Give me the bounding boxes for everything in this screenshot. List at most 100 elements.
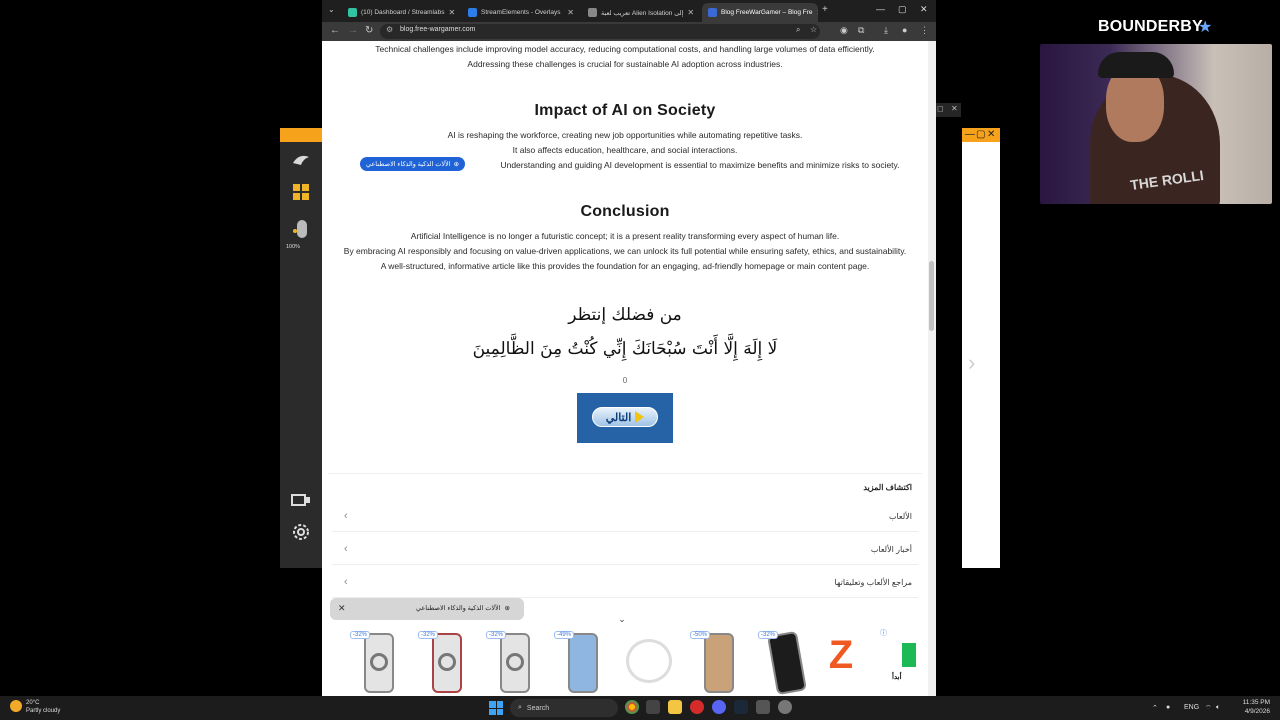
tab-label: (10) Dashboard / Streamlabs	[361, 9, 445, 16]
taskbar-search[interactable]: ⌕ Search	[510, 699, 618, 717]
explore-item[interactable]: الألعاب ‹	[332, 502, 918, 532]
headphones	[1098, 52, 1174, 78]
tab-close-icon[interactable]: ✕	[687, 8, 694, 17]
new-tab-plus-icon[interactable]: +	[822, 4, 828, 15]
bg-maximize-icon[interactable]: ▢	[976, 129, 985, 140]
ad-product[interactable]: -50%	[688, 629, 746, 693]
steam-icon[interactable]	[734, 700, 748, 714]
divider	[328, 473, 922, 474]
tab-close-icon[interactable]: ✕	[817, 8, 818, 17]
reload-icon[interactable]: ↻	[365, 25, 373, 36]
tab-close-icon[interactable]: ✕	[567, 8, 574, 17]
weather-desc: Partly cloudy	[26, 708, 61, 714]
volume-icon[interactable]: 🔈︎	[1216, 704, 1220, 712]
article-paragraph: By embracing AI responsibly and focusing…	[343, 246, 907, 256]
chevron-right-icon[interactable]: ›	[968, 350, 975, 376]
ad-product[interactable]: -32%	[416, 629, 474, 693]
ad-collapse-chevron-icon[interactable]: ⌄	[608, 614, 636, 626]
tray-overflow-chevron-icon[interactable]: ⌃	[1152, 704, 1158, 712]
plus-circle-icon: ⊕	[453, 161, 460, 168]
tray-app-icon[interactable]: ●	[1166, 704, 1170, 711]
windows-start-icon[interactable]	[489, 701, 503, 715]
next-button[interactable]: التالي	[592, 407, 658, 427]
explore-item-label: مراجع الألعاب وتعليقاتها	[834, 578, 912, 587]
minimize-icon[interactable]: —	[876, 4, 885, 14]
phone-image	[568, 633, 598, 693]
bookmark-star-icon[interactable]: ☆	[810, 25, 817, 34]
chrome-icon[interactable]	[625, 700, 639, 714]
clock[interactable]: 11:35 PM 4/9/2026	[1243, 698, 1270, 716]
tab-blog-freewargamer[interactable]: Blog FreeWarGamer – Blog Fre ✕	[702, 3, 818, 22]
recording-app-icon[interactable]	[690, 700, 704, 714]
site-info-icon[interactable]: ⚙	[386, 25, 393, 34]
tab-search-chevron-icon[interactable]: ⌄	[328, 5, 335, 14]
bg-window-restore-icon[interactable]: ◻	[937, 104, 944, 113]
extension-icon[interactable]: ◉	[840, 25, 848, 36]
ad-product[interactable]: -49%	[552, 629, 610, 693]
discord-icon[interactable]	[712, 700, 726, 714]
streamlabs-icon[interactable]	[289, 148, 313, 172]
chip-label: الآلات الذكية والذكاء الاصطناعي	[366, 161, 451, 168]
floating-category-chip[interactable]: ✕ الآلات الذكية والذكاء الاصطناعي ⊕	[330, 598, 524, 620]
zoom-search-icon[interactable]: ⌕	[796, 25, 800, 35]
magsafe-ring	[506, 653, 524, 671]
tab-close-icon[interactable]: ✕	[448, 8, 455, 17]
settings-gear-icon[interactable]	[289, 520, 313, 544]
scrollbar-thumb[interactable]	[929, 261, 934, 331]
background-window-titlebar: ◻ ✕	[935, 103, 961, 117]
language-indicator[interactable]: ENG	[1184, 704, 1199, 711]
widgets-icon[interactable]	[289, 180, 313, 204]
menu-kebab-icon[interactable]: ⋮	[920, 25, 929, 36]
streamlabs-favicon-icon	[348, 8, 357, 17]
tab-label: Blog FreeWarGamer – Blog Fre	[721, 9, 813, 16]
partly-cloudy-icon	[10, 700, 22, 712]
file-explorer-icon[interactable]	[668, 700, 682, 714]
section-heading-impact: Impact of AI on Society	[534, 102, 716, 119]
settings-app-icon[interactable]	[778, 700, 792, 714]
tab-label: تعريب لعبة Alien Isolation إلى	[601, 9, 684, 17]
next-button-container: التالي	[577, 393, 673, 443]
screen-share-icon[interactable]	[289, 488, 313, 512]
terminal-icon[interactable]	[646, 700, 660, 714]
wifi-icon[interactable]: ⌔	[1205, 704, 1212, 713]
discount-badge: -32%	[418, 631, 439, 639]
article-paragraph: AI is reshaping the workforce, creating …	[447, 130, 803, 140]
ad-cta-tab[interactable]	[902, 643, 916, 667]
bg-minimize-icon[interactable]: —	[965, 129, 975, 140]
ad-product[interactable]: -32%	[348, 629, 406, 693]
explore-item[interactable]: أخبار الألعاب ‹	[332, 535, 918, 565]
page-favicon-icon	[588, 8, 597, 17]
star-badge-icon: ★	[1198, 19, 1213, 36]
extensions-puzzle-icon[interactable]: ⧉	[858, 25, 864, 36]
ad-product[interactable]: -32%	[484, 629, 542, 693]
tab-streamlabs[interactable]: (10) Dashboard / Streamlabs ✕	[342, 3, 460, 22]
maximize-icon[interactable]: ▢	[898, 4, 907, 15]
url-field[interactable]: ⚙ blog.free-wargamer.com ⌕ ☆	[380, 24, 820, 39]
explore-item-label: الألعاب	[888, 512, 912, 521]
ad-product[interactable]: -32%	[756, 629, 814, 696]
ad-product[interactable]	[620, 629, 678, 693]
overlay-sidebar: 100%	[280, 128, 322, 568]
bg-close-icon[interactable]: ✕	[987, 129, 995, 140]
earphones-image	[626, 639, 672, 683]
url-text: blog.free-wargamer.com	[400, 26, 476, 33]
forward-arrow-icon[interactable]: →	[348, 25, 358, 36]
back-arrow-icon[interactable]: ←	[330, 25, 340, 36]
tab-streamelements[interactable]: StreamElements - Overlays ✕	[462, 3, 580, 22]
profile-avatar-icon[interactable]: ●	[902, 25, 907, 35]
explore-item[interactable]: مراجع الألعاب وتعليقاتها ‹	[332, 568, 918, 598]
streamlabs-app-icon[interactable]	[756, 700, 770, 714]
download-icon[interactable]: ⤓	[884, 25, 888, 36]
close-window-icon[interactable]: ✕	[920, 4, 928, 15]
article-paragraph: Addressing these challenges is crucial f…	[467, 59, 783, 69]
page-scrollbar[interactable]	[928, 41, 936, 696]
bg-window-close-icon[interactable]: ✕	[951, 104, 958, 113]
close-icon[interactable]: ✕	[338, 603, 346, 614]
article-paragraph: A well-structured, informative article l…	[380, 261, 870, 271]
tab-alien-isolation[interactable]: تعريب لعبة Alien Isolation إلى ✕	[582, 3, 700, 22]
ad-cta-label[interactable]: أبدأ	[892, 673, 902, 681]
category-chip[interactable]: الآلات الذكية والذكاء الاصطناعي ⊕	[360, 157, 466, 171]
ad-info-icon[interactable]: ⓘ	[880, 628, 887, 638]
article-paragraph: Artificial Intelligence is no longer a f…	[410, 231, 840, 241]
next-button-label: التالي	[605, 411, 632, 424]
